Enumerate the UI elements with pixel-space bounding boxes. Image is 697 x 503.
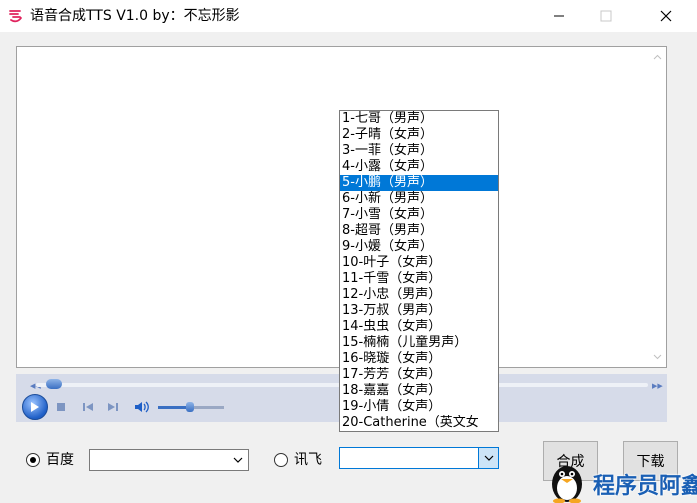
voice-option[interactable]: 15-楠楠（儿童男声） (340, 335, 498, 351)
voice-option[interactable]: 19-小倩（女声） (340, 399, 498, 415)
voice-option[interactable]: 13-万叔（男声） (340, 303, 498, 319)
volume-level (158, 406, 188, 409)
xunfei-voice-select[interactable] (339, 447, 499, 469)
volume-handle[interactable] (186, 402, 194, 412)
voice-option[interactable]: 2-子晴（女声） (340, 127, 498, 143)
penguin-logo-icon (552, 466, 582, 503)
xunfei-radio[interactable] (274, 453, 288, 467)
baidu-radio[interactable] (26, 453, 40, 467)
play-button[interactable] (22, 394, 48, 420)
voice-option[interactable]: 17-芳芳（女声） (340, 367, 498, 383)
baidu-label: 百度 (46, 452, 74, 468)
voice-option[interactable]: 18-嘉嘉（女声） (340, 383, 498, 399)
voice-option[interactable]: 3-一菲（女声） (340, 143, 498, 159)
baidu-dropdown-button[interactable] (228, 450, 248, 470)
maximize-icon (600, 10, 612, 22)
chevron-down-icon (233, 457, 243, 463)
scroll-up-icon[interactable] (653, 53, 662, 62)
voice-option[interactable]: 14-虫虫（女声） (340, 319, 498, 335)
baidu-voice-select[interactable] (89, 449, 249, 471)
voice-option[interactable]: 7-小雪（女声） (340, 207, 498, 223)
volume-icon[interactable] (134, 400, 150, 414)
maximize-button[interactable] (583, 0, 629, 32)
previous-icon[interactable] (82, 402, 94, 412)
chevron-down-icon (484, 455, 493, 461)
minimize-button[interactable] (536, 0, 582, 32)
voice-option[interactable]: 4-小露（女声） (340, 159, 498, 175)
close-icon (660, 10, 672, 22)
window-title: 语音合成TTS V1.0 by：不忘形影 (30, 8, 240, 24)
app-icon (9, 10, 22, 23)
voice-option[interactable]: 6-小新（男声） (340, 191, 498, 207)
app-window: 语音合成TTS V1.0 by：不忘形影 ◀◀ ▶▶ (0, 0, 697, 503)
seek-handle[interactable] (46, 379, 62, 389)
vertical-scrollbar[interactable] (649, 47, 666, 367)
xunfei-label: 讯飞 (294, 452, 322, 468)
close-button[interactable] (643, 0, 689, 32)
title-bar[interactable]: 语音合成TTS V1.0 by：不忘形影 (0, 0, 697, 32)
voice-option[interactable]: 12-小忠（男声） (340, 287, 498, 303)
voice-option[interactable]: 10-叶子（女声） (340, 255, 498, 271)
minimize-icon (554, 15, 564, 17)
voice-option[interactable]: 16-晓璇（女声） (340, 351, 498, 367)
watermark: 程序员阿鑫 (545, 460, 697, 503)
voice-option[interactable]: 11-千雪（女声） (340, 271, 498, 287)
scroll-down-icon[interactable] (653, 352, 662, 361)
voice-option[interactable]: 5-小鹏（男声） (340, 175, 498, 191)
play-icon (31, 402, 39, 412)
xunfei-dropdown-button[interactable] (478, 448, 498, 468)
voice-option[interactable]: 9-小媛（女声） (340, 239, 498, 255)
watermark-text: 程序员阿鑫 (593, 474, 697, 499)
next-icon[interactable] (107, 402, 119, 412)
voice-option[interactable]: 1-七哥（男声） (340, 111, 498, 127)
voice-option[interactable]: 8-超哥（男声） (340, 223, 498, 239)
stop-icon[interactable] (56, 402, 66, 412)
forward-marker-icon: ▶▶ (652, 382, 663, 390)
voice-dropdown-list[interactable]: 1-七哥（男声） 2-子晴（女声） 3-一菲（女声） 4-小露（女声） 5-小鹏（男声）… (339, 110, 499, 432)
voice-option[interactable]: 20-Catherine（英文女 (340, 415, 498, 431)
